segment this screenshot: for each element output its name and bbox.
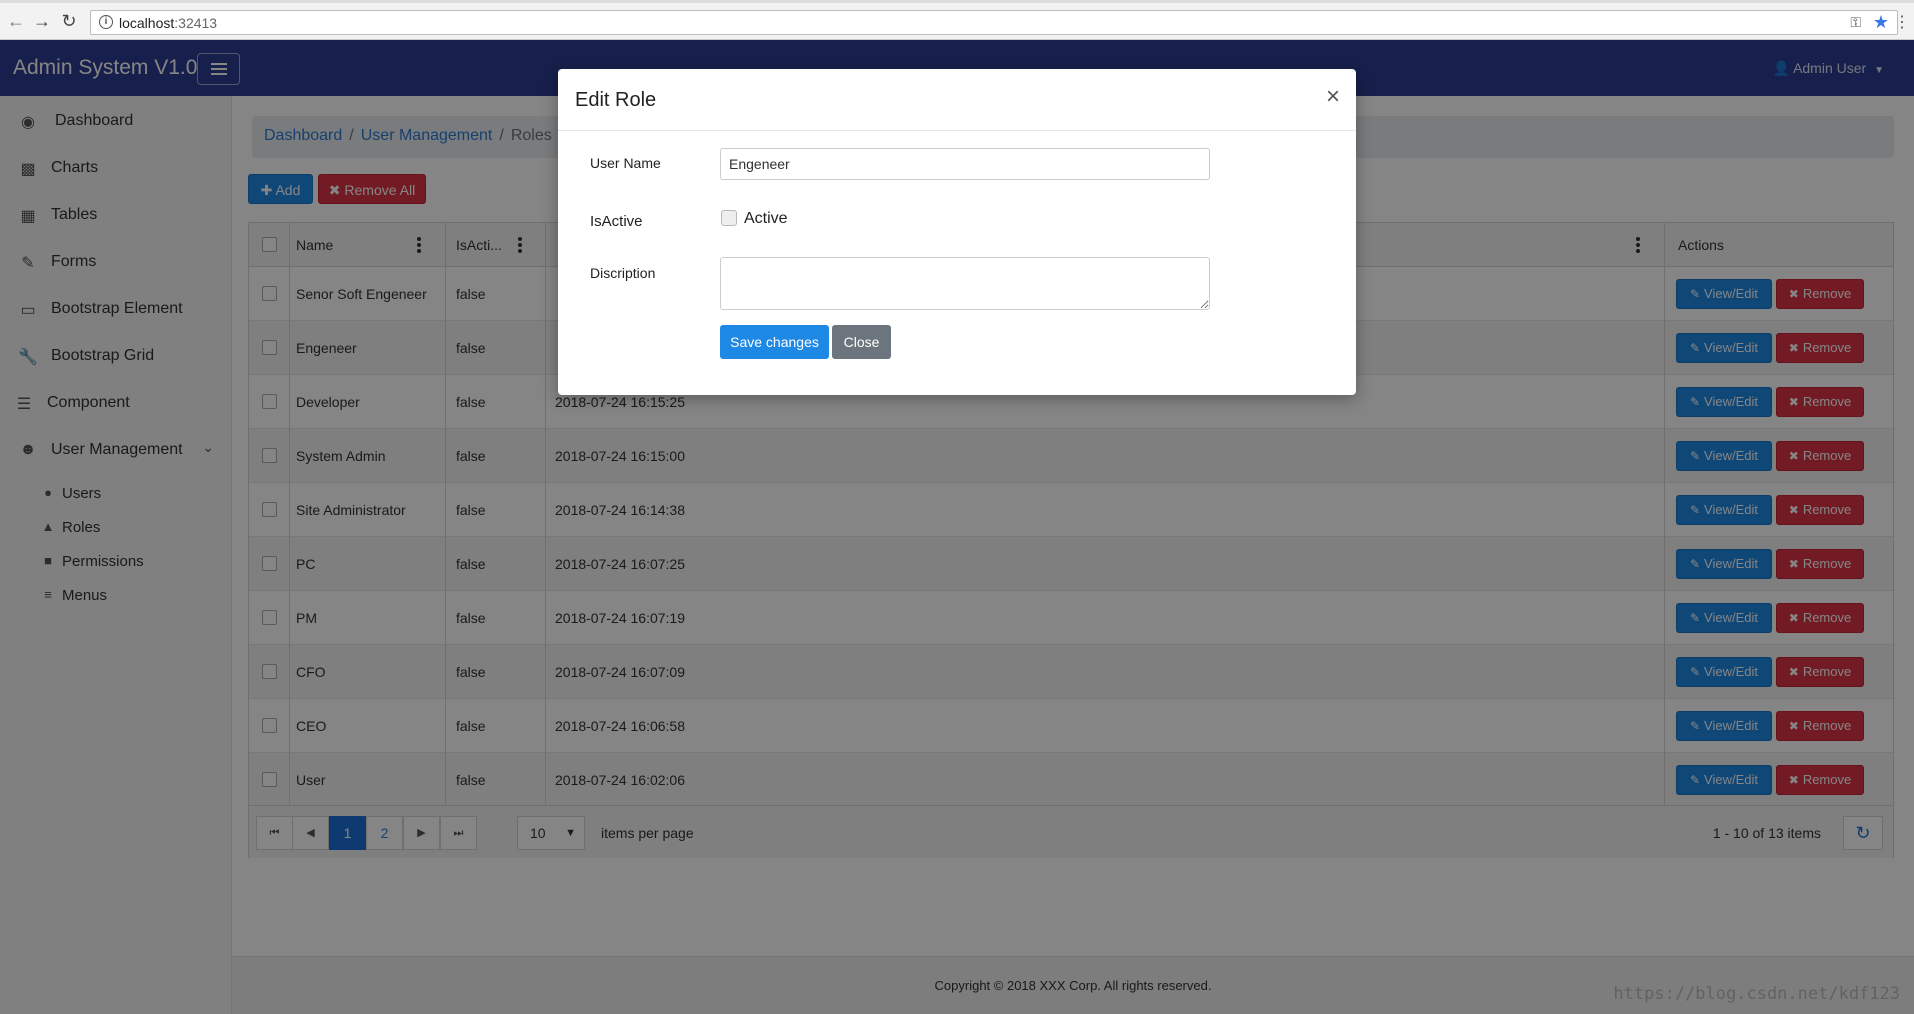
close-icon[interactable]: × bbox=[1326, 85, 1340, 109]
back-arrow-icon[interactable]: ← bbox=[6, 11, 26, 32]
description-label: Discription bbox=[590, 265, 656, 281]
reload-icon[interactable]: ↻ bbox=[59, 11, 79, 32]
forward-arrow-icon[interactable]: → bbox=[32, 11, 52, 32]
user-name-input[interactable] bbox=[720, 148, 1210, 180]
browser-tabstrip bbox=[0, 0, 1914, 3]
url-text: localhost:32413 bbox=[119, 15, 218, 31]
edit-role-modal: Edit Role × User Name IsActive Active Di… bbox=[558, 69, 1356, 395]
active-checkbox-label[interactable]: Active bbox=[744, 210, 788, 228]
active-checkbox[interactable] bbox=[721, 210, 737, 226]
browser-toolbar: ← → ↻ i localhost:32413 ⚿ ★ ⋮ bbox=[0, 0, 1914, 40]
save-changes-button[interactable]: Save changes bbox=[720, 325, 829, 359]
modal-title: Edit Role bbox=[575, 89, 657, 111]
key-icon[interactable]: ⚿ bbox=[1850, 14, 1861, 31]
user-name-label: User Name bbox=[590, 155, 661, 171]
address-bar[interactable]: i localhost:32413 ⚿ ★ bbox=[90, 10, 1898, 35]
info-icon[interactable]: i bbox=[99, 15, 113, 29]
is-active-label: IsActive bbox=[590, 213, 643, 230]
browser-menu-icon[interactable]: ⋮ bbox=[1894, 12, 1910, 32]
close-button[interactable]: Close bbox=[832, 325, 891, 359]
bookmark-star-icon[interactable]: ★ bbox=[1873, 12, 1889, 33]
modal-header: Edit Role × bbox=[558, 69, 1356, 131]
description-textarea[interactable] bbox=[720, 257, 1210, 310]
